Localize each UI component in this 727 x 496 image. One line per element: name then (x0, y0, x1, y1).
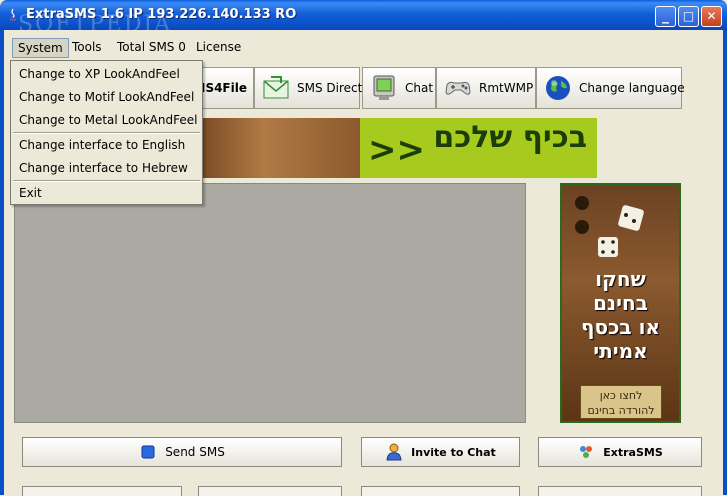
menu-bar: System Tools Total SMS 0 License (4, 34, 723, 60)
invite-to-chat-label: Invite to Chat (411, 445, 496, 459)
change-language-label: Change language (579, 81, 685, 95)
menu-item-interface-english[interactable]: Change interface to English (11, 134, 202, 156)
envelope-icon (263, 76, 289, 99)
chat-icon (373, 75, 395, 100)
chat-label: Chat (405, 81, 434, 95)
sms-direct-label: SMS Direct (297, 81, 363, 95)
globe-icon (546, 76, 570, 100)
close-button[interactable]: ✕ (701, 6, 722, 27)
rmtwmp-button[interactable]: RmtWMP (436, 67, 536, 109)
menu-item-exit[interactable]: Exit (11, 182, 202, 204)
window-title: ExtraSMS 1.6 IP 193.226.140.133 RO (26, 7, 297, 22)
change-language-button[interactable]: Change language (536, 67, 685, 109)
dice-image (575, 196, 644, 257)
title-bar: ExtraSMS 1.6 IP 193.226.140.133 RO SOFTP… (0, 0, 727, 37)
banner-text: בכיף שלכם (433, 120, 587, 155)
user-icon (386, 443, 402, 461)
menu-item-interface-hebrew[interactable]: Change interface to Hebrew (11, 157, 202, 179)
gamepad-icon (445, 81, 471, 95)
users-icon (580, 446, 593, 458)
sms-direct-button[interactable]: SMS Direct (254, 67, 363, 109)
ad-line-1: שחקו (595, 267, 646, 291)
side-ad[interactable]: שחקו בחינם או בכסף אמיתי לחצו כאן להורדה… (560, 183, 681, 423)
chat-button[interactable]: Chat (362, 67, 436, 109)
menu-total-sms[interactable]: Total SMS 0 (112, 38, 191, 58)
maximize-button[interactable]: □ (678, 6, 699, 27)
ad-line-2: בחינם (593, 291, 648, 315)
send-sms-label: Send SMS (165, 445, 225, 459)
system-menu-dropdown: Change to XP LookAndFeel Change to Motif… (10, 60, 203, 205)
java-app-icon (9, 8, 17, 21)
banner-arrows: >> (368, 130, 425, 170)
main-content-panel (14, 183, 526, 423)
extrasms-label: ExtraSMS (603, 445, 663, 459)
menu-item-metal-lookandfeel[interactable]: Change to Metal LookAndFeel (11, 109, 202, 131)
ad-line-3: או בכסף (580, 315, 660, 339)
invite-to-chat-button[interactable]: Invite to Chat (361, 437, 520, 467)
menu-license[interactable]: License (191, 38, 246, 58)
menu-item-xp-lookandfeel[interactable]: Change to XP LookAndFeel (11, 63, 202, 85)
menu-item-motif-lookandfeel[interactable]: Change to Motif LookAndFeel (11, 86, 202, 108)
banner-ad[interactable]: >> בכיף שלכם (200, 118, 597, 178)
menu-tools[interactable]: Tools (67, 38, 107, 58)
menu-system[interactable]: System (12, 38, 69, 58)
extrasms-button[interactable]: ExtraSMS (538, 437, 702, 467)
backgammon-board-image (200, 118, 360, 178)
ad-line-4: אמיתי (593, 339, 648, 363)
minimize-button[interactable]: _ (655, 6, 676, 27)
rmtwmp-label: RmtWMP (479, 81, 534, 95)
send-sms-button[interactable]: Send SMS (22, 437, 342, 467)
ad-cta-button[interactable]: לחצו כאן להורדה בחינם (580, 385, 662, 419)
blue-square-icon (141, 445, 155, 459)
